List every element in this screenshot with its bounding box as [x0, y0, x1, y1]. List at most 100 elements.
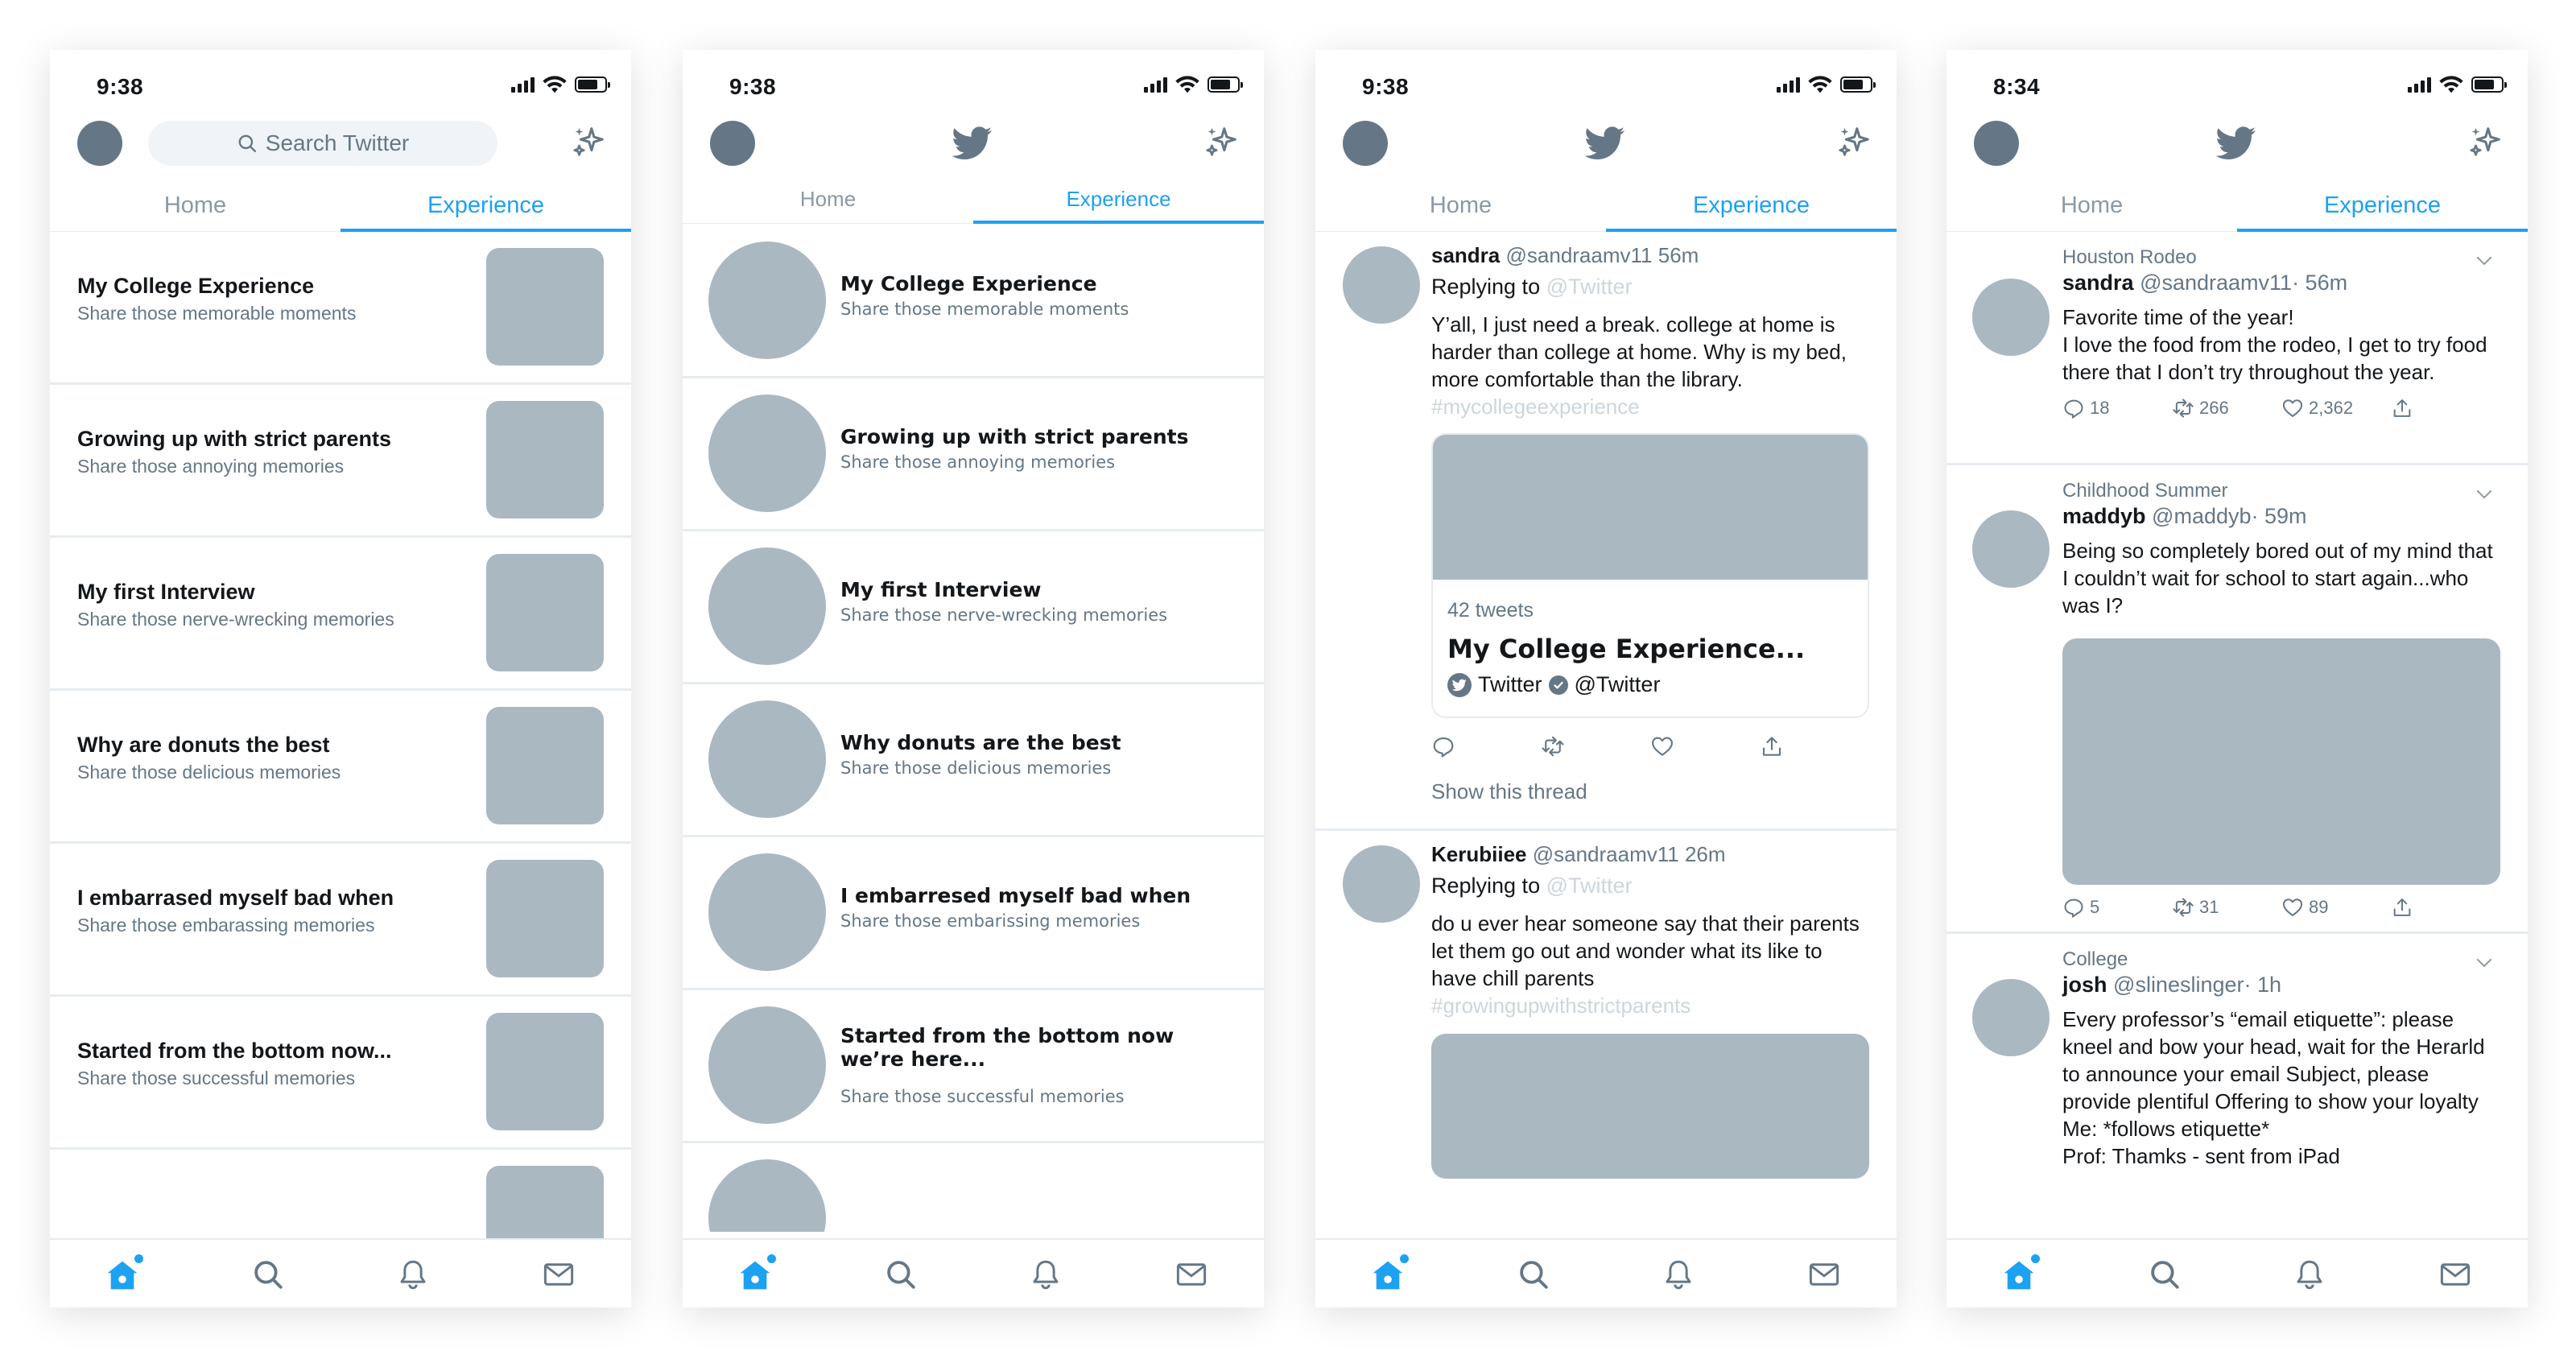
list-item[interactable] [50, 1150, 631, 1238]
tweet[interactable]: Houston Rodeo sandra @sandraamv11· 56m F… [1946, 232, 2528, 465]
search-placeholder: Search Twitter [265, 130, 410, 155]
avatar[interactable] [710, 121, 755, 166]
tweet-media[interactable] [2062, 638, 2500, 885]
bottom-nav [1946, 1238, 2528, 1307]
item-thumbnail [486, 554, 604, 671]
twitter-bird-icon [1447, 672, 1472, 697]
nav-home[interactable] [50, 1240, 196, 1307]
list-item[interactable]: My first Interview Share those nerve-wrec… [683, 531, 1264, 684]
mail-icon [2438, 1258, 2472, 1291]
nav-notifications[interactable] [1606, 1240, 1752, 1307]
avatar[interactable] [1343, 121, 1388, 166]
avatar[interactable] [1974, 121, 2019, 166]
tab-home[interactable]: Home [50, 182, 341, 231]
replying-handle[interactable]: @Twitter [1546, 275, 1633, 299]
list-item[interactable]: Growing up with strict parents Share thos… [50, 385, 631, 538]
sparkle-icon[interactable] [1835, 124, 1872, 161]
tweet-avatar[interactable] [1972, 279, 2050, 356]
nav-home[interactable] [683, 1240, 828, 1307]
tweet-author[interactable]: maddyb [2062, 504, 2146, 528]
tweet-hashtag[interactable]: #mycollegeexperience [1431, 393, 1869, 420]
sparkle-icon[interactable] [1203, 124, 1240, 161]
signal-icon [2408, 76, 2431, 93]
tweet[interactable]: Childhood Summer maddyb @maddyb· 59m Bei… [1946, 465, 2528, 934]
home-icon [105, 1258, 140, 1293]
retweet-button[interactable]: 31 [2172, 896, 2281, 919]
tweet-author[interactable]: josh [2062, 973, 2107, 997]
search-input[interactable]: Search Twitter [148, 121, 497, 166]
share-button[interactable] [2391, 896, 2500, 919]
list-item[interactable]: Why are donuts the best Share those delic… [50, 691, 631, 844]
nav-notifications[interactable] [341, 1240, 486, 1307]
bottom-nav [50, 1238, 631, 1307]
reply-button[interactable]: 5 [2062, 896, 2172, 919]
tweet-avatar[interactable] [1972, 510, 2050, 588]
tweet-hashtag[interactable]: #growingupwithstrictparents [1431, 992, 1869, 1019]
avatar[interactable] [77, 121, 122, 166]
like-button[interactable]: 89 [2281, 896, 2391, 919]
sparkle-icon[interactable] [570, 124, 607, 161]
list-item[interactable]: Why donuts are the best Share those delic… [683, 684, 1264, 837]
nav-home[interactable] [1315, 1240, 1461, 1307]
tweet-author[interactable]: sandra [1431, 243, 1500, 267]
share-button[interactable] [2391, 397, 2500, 419]
tab-home[interactable]: Home [683, 179, 973, 223]
like-button[interactable] [1650, 734, 1760, 758]
retweet-button[interactable]: 266 [2172, 397, 2281, 419]
nav-search[interactable] [196, 1240, 341, 1307]
tab-experience[interactable]: Experience [2237, 182, 2528, 232]
show-thread-link[interactable]: Show this thread [1431, 779, 1869, 804]
tweet-avatar[interactable] [1343, 246, 1420, 324]
retweet-icon [2172, 896, 2194, 919]
nav-search[interactable] [2092, 1240, 2238, 1307]
nav-messages[interactable] [2383, 1240, 2529, 1307]
list-item[interactable] [683, 1143, 1264, 1232]
nav-notifications[interactable] [973, 1240, 1119, 1307]
nav-messages[interactable] [1752, 1240, 1897, 1307]
card-title: My College Experience... [1447, 634, 1806, 664]
tweet-author[interactable]: sandra [2062, 271, 2134, 295]
tweet[interactable]: College josh @slineslinger· 1h Every pro… [1946, 934, 2528, 1238]
tab-home[interactable]: Home [1946, 182, 2237, 231]
list-item[interactable]: My first Interview Share those nerve-wrec… [50, 538, 631, 691]
nav-messages[interactable] [486, 1240, 632, 1307]
item-title: My College Experience [77, 274, 315, 298]
list-item[interactable]: I embarresed myself bad when Share those … [683, 837, 1264, 990]
bell-icon [1029, 1258, 1063, 1291]
list-item[interactable]: Started from the bottom now... Share thos… [50, 997, 631, 1150]
list-item[interactable]: I embarrased myself bad when Share those … [50, 844, 631, 997]
battery-icon [1208, 76, 1243, 93]
tweet-avatar[interactable] [1972, 979, 2050, 1056]
retweet-icon [1541, 734, 1565, 758]
list-item[interactable]: Growing up with strict parents Share thos… [683, 378, 1264, 531]
retweet-button[interactable] [1541, 734, 1650, 758]
card-image [1433, 435, 1868, 580]
tweet-media[interactable] [1431, 1034, 1869, 1179]
nav-search[interactable] [1461, 1240, 1607, 1307]
list-item[interactable]: My College Experience Share those memorab… [683, 225, 1264, 378]
like-button[interactable]: 2,362 [2281, 397, 2391, 419]
tweet-author[interactable]: Kerubiiee [1431, 842, 1527, 866]
list-item[interactable]: Started from the bottom now we’re here..… [683, 990, 1264, 1143]
tab-experience[interactable]: Experience [1606, 182, 1897, 232]
nav-messages[interactable] [1119, 1240, 1265, 1307]
share-button[interactable] [1760, 734, 1869, 758]
reply-button[interactable] [1431, 734, 1541, 758]
nav-home[interactable] [1946, 1240, 2092, 1307]
tweet[interactable]: Kerubiiee @sandraamv11 26m Replying to @… [1315, 831, 1897, 1238]
tweet-avatar[interactable] [1343, 845, 1420, 923]
item-avatar [708, 853, 826, 971]
tweet[interactable]: sandra @sandraamv11 56m Replying to @Twi… [1315, 232, 1897, 831]
nav-notifications[interactable] [2237, 1240, 2383, 1307]
tab-experience[interactable]: Experience [973, 179, 1264, 224]
tab-experience[interactable]: Experience [341, 182, 631, 232]
moment-card[interactable]: 42 tweets My College Experience... Twitt… [1431, 433, 1869, 718]
item-thumbnail [486, 248, 604, 366]
replying-handle[interactable]: @Twitter [1546, 874, 1633, 898]
reply-button[interactable]: 18 [2062, 397, 2172, 419]
sparkle-icon[interactable] [2467, 124, 2504, 161]
item-title: I embarresed myself bad when [840, 884, 1191, 907]
nav-search[interactable] [828, 1240, 974, 1307]
list-item[interactable]: My College Experience Share those memorab… [50, 232, 631, 385]
tab-home[interactable]: Home [1315, 182, 1606, 231]
